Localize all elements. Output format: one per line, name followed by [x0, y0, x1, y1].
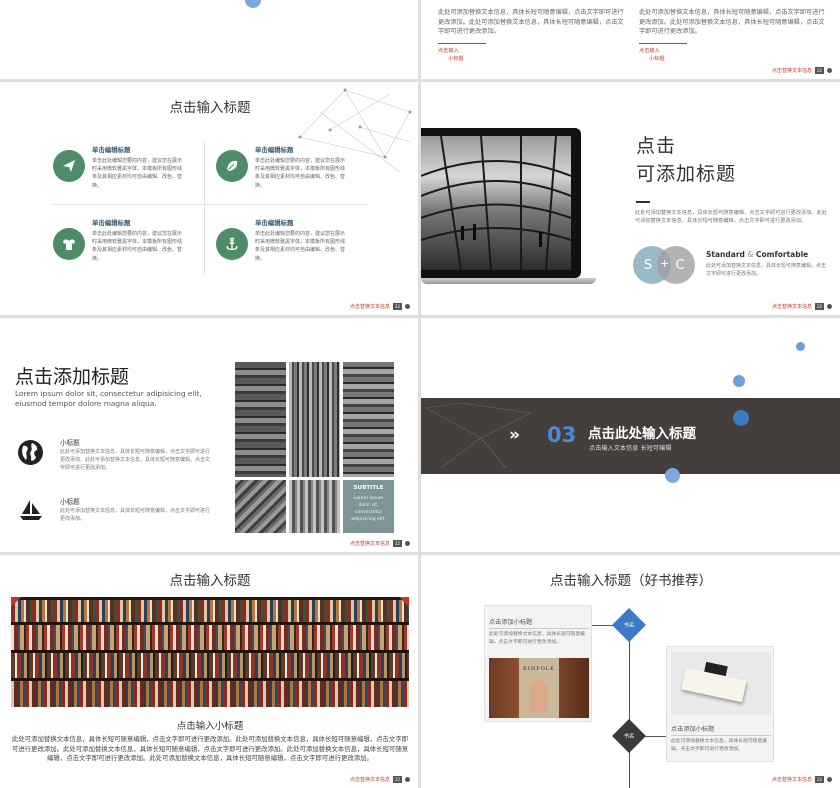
page-title: 点击输入标题 — [169, 573, 251, 589]
red-line-2 — [639, 43, 687, 44]
blue-dot — [245, 0, 261, 8]
card-text-1: 此处可添加替换文本信息，具体长短可随意编辑，点击文字即可进行更改添加。 — [489, 632, 585, 645]
slide-bookstore[interactable]: 点击添加标题 Lorem ipsum dolor sit, consectetu… — [0, 318, 418, 552]
item-title-1: 小标题 — [60, 439, 80, 447]
slide-top-right[interactable]: 此处可添加替换文本信息，具体长短可随意编辑，点击文字即可进行更改添加。此处可添加… — [421, 0, 840, 79]
card-divider-2 — [671, 735, 771, 736]
item-title-2: 小标题 — [60, 498, 80, 506]
link-subtitle-2[interactable]: 点击输入 小标题 — [639, 47, 665, 64]
slide-laptop[interactable]: 点击 可添加标题 此处可添加替换文本信息，具体长短可随意编辑，点击文字即可进行更… — [421, 82, 840, 315]
feature-text-2: 单击此处编辑您要的内容，建议您在展示时采用微软雅黑字体，本模板所有图形线条及其相… — [255, 158, 346, 189]
red-corner-right — [399, 597, 409, 607]
tag-heading: Standard & Comfortable — [706, 250, 809, 259]
heading-underline — [636, 201, 650, 203]
slide-footer: 点击替换文本信息 22 — [772, 776, 832, 783]
chevron-right-icon: ›› — [509, 425, 520, 445]
books-photo-5 — [289, 480, 340, 533]
sailboat-icon — [19, 499, 43, 525]
book-card-1[interactable]: 点击添加小标题 此处可添加替换文本信息，具体长短可随意编辑，点击文字即可进行更改… — [484, 605, 592, 722]
node-label-2: 书名 — [623, 734, 635, 740]
red-line-1 — [438, 43, 486, 44]
dark-band: ›› 03 点击此处输入标题 点击输入文本信息 长短可编辑 — [421, 398, 840, 474]
slide-footer: 点击替换文本信息 22 — [772, 303, 832, 310]
plus-sign: + — [660, 257, 670, 270]
page-title: 点击输入标题（好书推荐） — [550, 573, 712, 589]
feature-title-2: 单击编辑标题 — [255, 146, 294, 154]
item-text-2: 此处可添加替换文本信息，具体长短可随意编辑，点击文字即可进行更改添加。 — [60, 508, 211, 523]
feature-text-4: 单击此处编辑您要的内容，建议您在展示时采用微软雅黑字体，本模板所有图形线条及其相… — [255, 231, 346, 262]
anchor-icon — [216, 228, 248, 260]
tshirt-icon — [53, 228, 85, 260]
blue-dot-small — [796, 342, 805, 351]
section-subtitle: 点击输入文本信息 长短可编辑 — [589, 445, 672, 452]
card-divider-1 — [489, 628, 589, 629]
slide-bookshelf[interactable]: 点击输入标题 点击输入小标题 此处可添加替换文本信息，具体长短可随意编辑，点击文… — [0, 555, 418, 788]
dome-structure-lines — [421, 136, 571, 270]
slide-footer: 点击替换文本信息 22 — [350, 303, 410, 310]
book-photo — [671, 652, 771, 714]
divider-horizontal — [52, 204, 368, 205]
blue-dot-bottom — [665, 468, 680, 483]
card-title-1: 点击添加小标题 — [489, 619, 533, 626]
slide-footer: 点击替换文本信息 22 — [772, 67, 832, 74]
subtitle-text: Lorem ipsum dolor sit, consectetur adipi… — [351, 496, 386, 522]
slide-heading: 点击 可添加标题 — [636, 135, 737, 185]
slide-footer: 点击替换文本信息 22 — [350, 540, 410, 547]
feature-title-3: 单击编辑标题 — [92, 219, 131, 227]
laptop-base — [421, 278, 596, 284]
page-title: 点击输入标题 — [169, 100, 251, 116]
feature-title-1: 单击编辑标题 — [92, 146, 131, 154]
feature-text-3: 单击此处编辑您要的内容，建议您在展示时采用微软雅黑字体，本模板所有图形线条及其相… — [92, 231, 183, 262]
slide-heading: 点击添加标题 — [15, 366, 130, 388]
bookshelf-photo — [11, 597, 409, 707]
globe-icon — [17, 439, 44, 470]
card-title-2: 点击添加小标题 — [671, 726, 715, 733]
book-cover-title: KINFOLK — [523, 666, 555, 672]
tag-text: 此处可添加替换文本信息，具体长短可随意编辑，点击文字即可进行更改添加。 — [706, 263, 827, 277]
body-text: 此处可添加替换文本信息，具体长短可随意编辑，点击文字即可进行更改添加。此处可添加… — [635, 210, 827, 225]
books-photo-4 — [235, 480, 286, 533]
book-card-2[interactable]: 点击添加小标题 此处可添加替换文本信息，具体长短可随意编辑，点击文字即可进行更改… — [666, 646, 774, 762]
item-text-1: 此处可添加替换文本信息，具体长短可随意编辑，点击文字即可进行更改添加。此处可添加… — [60, 449, 211, 472]
text-column-2: 此处可添加替换文本信息，具体长短可随意编辑，点击文字即可进行更改添加。此处可添加… — [639, 9, 825, 35]
link-subtitle-1[interactable]: 点击输入 小标题 — [438, 47, 464, 64]
book-cover-photo: KINFOLK — [489, 658, 589, 718]
section-number: 03 — [547, 423, 577, 447]
red-corner-left — [11, 597, 21, 607]
paper-plane-icon — [53, 150, 85, 182]
leaf-icon — [216, 150, 248, 182]
feature-text-1: 单击此处编辑您要的内容，建议您在展示时采用微软雅黑字体，本模板所有图形线条及其相… — [92, 158, 183, 189]
subtitle-box: SUBTITLE Lorem ipsum dolor sit, consecte… — [343, 480, 394, 533]
books-photo-3 — [343, 362, 394, 477]
section-title: 点击此处输入标题 — [588, 426, 696, 442]
books-photo-2 — [289, 362, 340, 477]
card-text-2: 此处可添加替换文本信息，具体长短可随意编辑，点击文字即可进行更改添加。 — [671, 739, 767, 752]
slide-top-left[interactable] — [0, 0, 418, 79]
divider-vertical — [204, 142, 205, 274]
subtitle-label: SUBTITLE — [353, 485, 384, 491]
feature-title-4: 单击编辑标题 — [255, 219, 294, 227]
network-lines-decoration — [425, 402, 532, 469]
laptop-image — [421, 128, 581, 278]
slide-book-recommend[interactable]: 点击输入标题（好书推荐） 点击添加小标题 此处可添加替换文本信息，具体长短可随意… — [421, 555, 840, 788]
blue-dot-medium — [733, 375, 745, 387]
node-label-1: 书名 — [623, 623, 635, 629]
blue-dot-large — [733, 410, 749, 426]
lorem-text: Lorem ipsum dolor sit, consectetur adipi… — [15, 389, 202, 408]
slide-footer: 点击替换文本信息 22 — [350, 776, 410, 783]
body-text: 此处可添加替换文本信息，具体长短可随意编辑，点击文字即可进行更改添加。此处可添加… — [11, 735, 409, 762]
slide-features[interactable]: 点击输入标题 单击编辑标题 单击此处编辑您要的内容，建议您在展示时采用微软雅黑字… — [0, 82, 418, 315]
text-column-1: 此处可添加替换文本信息，具体长短可随意编辑，点击文字即可进行更改添加。此处可添加… — [438, 9, 624, 35]
slide-section-divider[interactable]: ›› 03 点击此处输入标题 点击输入文本信息 长短可编辑 — [421, 318, 840, 552]
dome-photo — [421, 136, 571, 270]
books-photo-1 — [235, 362, 286, 477]
timeline-connector-1 — [592, 625, 614, 626]
sub-heading: 点击输入小标题 — [176, 721, 244, 732]
